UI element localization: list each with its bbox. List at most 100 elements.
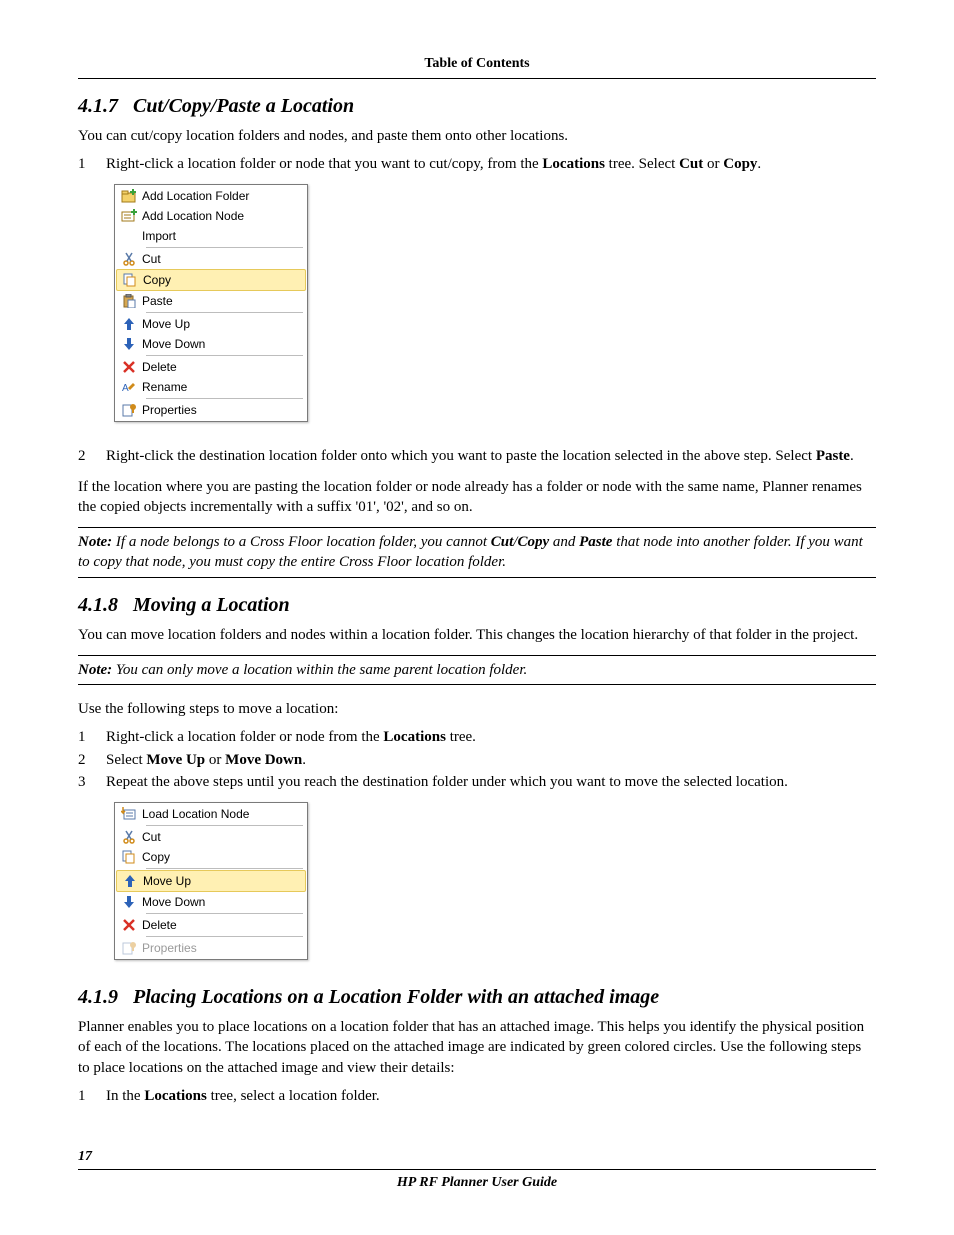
menu-item-move-up[interactable]: Move Up (116, 314, 306, 334)
arrow-up-icon (116, 317, 142, 331)
menu-label: Move Up (142, 316, 298, 332)
menu-label: Cut (142, 829, 298, 845)
menu-label: Delete (142, 917, 298, 933)
note-417: Note: If a node belongs to a Cross Floor… (78, 527, 876, 578)
section-419-heading: 4.1.9 Placing Locations on a Location Fo… (78, 984, 876, 1011)
menu-item-add-folder[interactable]: Add Location Folder (116, 186, 306, 206)
load-node-icon (116, 807, 142, 821)
section-number: 4.1.7 (78, 95, 118, 117)
section-417-heading: 4.1.7 Cut/Copy/Paste a Location (78, 93, 876, 120)
step-number: 3 (78, 772, 90, 792)
menu-item-move-down[interactable]: Move Down (116, 334, 306, 354)
node-add-icon (116, 209, 142, 223)
menu-separator (146, 312, 303, 313)
context-menu[interactable]: Add Location Folder Add Location Node Im… (114, 184, 308, 422)
menu-label: Properties (142, 402, 298, 418)
menu-label: Properties (142, 940, 298, 956)
context-menu-figure-1: Add Location Folder Add Location Node Im… (114, 184, 876, 422)
step-text: Repeat the above steps until you reach t… (106, 772, 788, 792)
step-number: 1 (78, 1086, 90, 1106)
menu-label: Copy (143, 272, 297, 288)
step-number: 1 (78, 154, 90, 174)
menu-item-cut[interactable]: Cut (116, 827, 306, 847)
step-1: 1 Right-click a location folder or node … (78, 727, 876, 747)
menu-item-move-up[interactable]: Move Up (116, 870, 306, 892)
section-title-text: Cut/Copy/Paste a Location (133, 95, 354, 117)
menu-label: Move Up (143, 873, 297, 889)
step-number: 1 (78, 727, 90, 747)
section-title-text: Moving a Location (133, 594, 290, 616)
step-1: 1 Right-click a location folder or node … (78, 154, 876, 174)
step-text: Right-click a location folder or node fr… (106, 727, 476, 747)
menu-separator (146, 355, 303, 356)
menu-label: Rename (142, 379, 298, 395)
menu-label: Load Location Node (142, 806, 298, 822)
step-text: Right-click a location folder or node th… (106, 154, 761, 174)
menu-label: Copy (142, 849, 298, 865)
menu-item-properties[interactable]: Properties (116, 400, 306, 420)
menu-separator (146, 868, 303, 869)
copy-icon (117, 273, 143, 287)
menu-separator (146, 398, 303, 399)
folder-add-icon (116, 189, 142, 203)
menu-label: Add Location Node (142, 208, 298, 224)
section-418-intro: You can move location folders and nodes … (78, 625, 876, 645)
context-menu[interactable]: Load Location Node Cut Copy Move Up (114, 802, 308, 960)
menu-label: Paste (142, 293, 298, 309)
step-number: 2 (78, 750, 90, 770)
delete-icon (116, 361, 142, 373)
menu-label: Move Down (142, 894, 298, 910)
menu-item-copy[interactable]: Copy (116, 269, 306, 291)
menu-item-delete[interactable]: Delete (116, 915, 306, 935)
scissors-icon (116, 252, 142, 266)
arrow-down-icon (116, 895, 142, 909)
note-418: Note: You can only move a location withi… (78, 655, 876, 685)
menu-item-add-node[interactable]: Add Location Node (116, 206, 306, 226)
section-number: 4.1.9 (78, 986, 118, 1008)
menu-item-rename[interactable]: A Rename (116, 377, 306, 397)
menu-separator (146, 247, 303, 248)
section-417-intro: You can cut/copy location folders and no… (78, 126, 876, 146)
footer-doc-title: HP RF Planner User Guide (78, 1169, 876, 1193)
arrow-down-icon (116, 337, 142, 351)
context-menu-figure-2: Load Location Node Cut Copy Move Up (114, 802, 876, 960)
rename-paragraph: If the location where you are pasting th… (78, 477, 876, 518)
menu-label: Move Down (142, 336, 298, 352)
section-418-heading: 4.1.8 Moving a Location (78, 592, 876, 619)
properties-icon (116, 941, 142, 955)
section-419-intro: Planner enables you to place locations o… (78, 1017, 876, 1078)
menu-item-import[interactable]: Import (116, 226, 306, 246)
step-number: 2 (78, 446, 90, 466)
arrow-up-icon (117, 874, 143, 888)
menu-item-load-node[interactable]: Load Location Node (116, 804, 306, 824)
menu-label: Cut (142, 251, 298, 267)
menu-item-move-down[interactable]: Move Down (116, 892, 306, 912)
step-2: 2 Right-click the destination location f… (78, 446, 876, 466)
paste-icon (116, 294, 142, 308)
step-1: 1 In the Locations tree, select a locati… (78, 1086, 876, 1106)
menu-separator (146, 913, 303, 914)
step-2: 2 Select Move Up or Move Down. (78, 750, 876, 770)
menu-label: Import (142, 228, 298, 244)
step-3: 3 Repeat the above steps until you reach… (78, 772, 876, 792)
menu-item-paste[interactable]: Paste (116, 291, 306, 311)
properties-icon (116, 403, 142, 417)
menu-item-copy[interactable]: Copy (116, 847, 306, 867)
scissors-icon (116, 830, 142, 844)
menu-separator (146, 936, 303, 937)
menu-item-delete[interactable]: Delete (116, 357, 306, 377)
rename-icon: A (116, 381, 142, 393)
step-text: Right-click the destination location fol… (106, 446, 854, 466)
section-number: 4.1.8 (78, 594, 118, 616)
menu-separator (146, 825, 303, 826)
svg-text:A: A (122, 383, 129, 393)
menu-item-cut[interactable]: Cut (116, 249, 306, 269)
menu-label: Delete (142, 359, 298, 375)
use-steps-text: Use the following steps to move a locati… (78, 699, 876, 719)
menu-label: Add Location Folder (142, 188, 298, 204)
step-text: Select Move Up or Move Down. (106, 750, 306, 770)
section-title-text: Placing Locations on a Location Folder w… (133, 986, 659, 1008)
toc-header: Table of Contents (78, 55, 876, 79)
step-text: In the Locations tree, select a location… (106, 1086, 380, 1106)
copy-icon (116, 850, 142, 864)
